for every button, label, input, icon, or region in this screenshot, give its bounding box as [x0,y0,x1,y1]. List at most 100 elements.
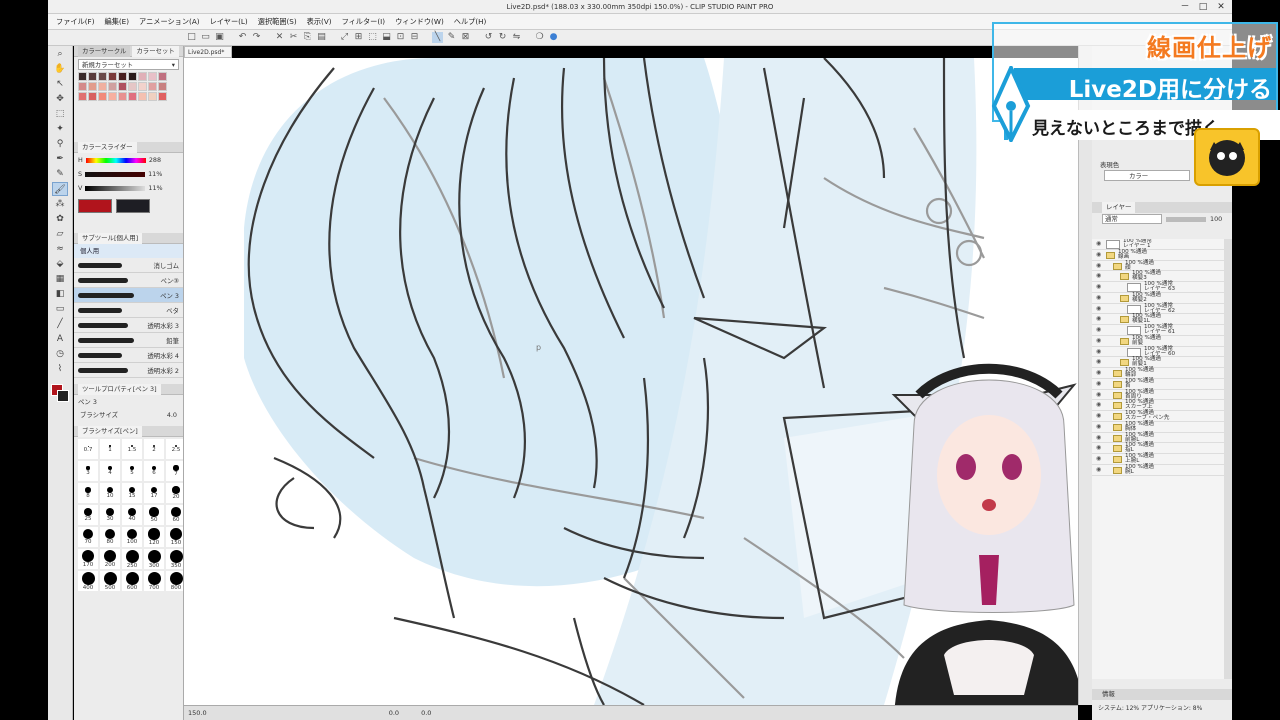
stabilizer-icon[interactable]: ❍ [534,32,545,43]
brush-size-cell[interactable]: 10 [100,483,120,503]
brush-size-cell[interactable]: 25 [78,505,98,525]
color-swatch[interactable] [138,82,147,91]
eye-icon[interactable]: ◉ [1096,369,1101,375]
brush-tool-icon[interactable]: 🖌 [52,182,68,196]
brush-size-cell[interactable]: 350 [166,549,183,569]
expression-color-dropdown[interactable]: カラー [1104,170,1190,181]
eye-icon[interactable]: ◉ [1096,466,1101,472]
tab-info[interactable]: 情報 [1102,690,1115,698]
save-icon[interactable]: ▣ [214,32,225,43]
layer-row[interactable]: ◉ 100 %通過 首周り [1092,389,1224,401]
figure-tool-icon[interactable]: ◧ [52,287,68,301]
color-swatch[interactable] [98,82,107,91]
brush-size-cell[interactable]: 200 [100,549,120,569]
eye-icon[interactable]: ◉ [1096,305,1101,311]
close-button[interactable]: ✕ [1212,0,1230,14]
eye-icon[interactable]: ◉ [1096,326,1101,332]
pen-tool-icon[interactable]: ✒ [52,152,68,166]
open-icon[interactable]: ▭ [200,32,211,43]
eye-icon[interactable]: ◉ [1096,402,1101,408]
brush-size-cell[interactable]: 500 [100,571,120,591]
globe-icon[interactable]: ● [548,32,559,43]
brush-size-cell[interactable]: 7 [166,461,183,481]
fill-tool-icon[interactable]: ⬙ [52,257,68,271]
operation-tool-icon[interactable]: ↖ [52,77,68,91]
subtool-item[interactable]: ベタ [74,303,183,318]
menu-item[interactable]: ウィンドウ(W) [395,17,444,27]
eyedropper-tool-icon[interactable]: ⚲ [52,137,68,151]
subtool-item[interactable]: 鉛筆 [74,333,183,348]
eye-icon[interactable]: ◉ [1096,337,1101,343]
color-swatch[interactable] [148,72,157,81]
brush-size-cell[interactable]: 17 [144,483,164,503]
balloon-tool-icon[interactable]: ◷ [52,347,68,361]
color-swatch[interactable] [118,92,127,101]
brush-size-cell[interactable]: 700 [144,571,164,591]
color-swatch[interactable] [118,82,127,91]
brush-size-cell[interactable]: 400 [78,571,98,591]
correct-line-tool-icon[interactable]: ⌇ [52,362,68,376]
expand-selection-icon[interactable]: ⊡ [395,32,406,43]
eye-icon[interactable]: ◉ [1096,283,1101,289]
color-swatch[interactable] [78,82,87,91]
layer-row[interactable]: ◉ 100 %通過 指L [1092,442,1224,454]
eye-icon[interactable]: ◉ [1096,251,1101,257]
redo-icon[interactable]: ↷ [251,32,262,43]
angle-value[interactable]: 0.0 [421,709,431,717]
brush-size-cell[interactable]: 15 [122,483,142,503]
deselect-icon[interactable]: ⬚ [367,32,378,43]
transform-icon[interactable]: ⤢ [339,32,350,43]
maximize-button[interactable]: □ [1194,0,1212,14]
subtool-item[interactable]: 透明水彩 3 [74,318,183,333]
brush-size-cell[interactable]: 5 [122,461,142,481]
brush-size-cell[interactable]: 2.5 [166,439,183,459]
brush-size-cell[interactable]: 4 [100,461,120,481]
ruler-tool-icon[interactable]: ╱ [52,317,68,331]
eye-icon[interactable]: ◉ [1096,423,1101,429]
cut-icon[interactable]: ✂ [288,32,299,43]
color-swatch[interactable] [88,82,97,91]
color-swatch[interactable] [78,72,87,81]
eye-icon[interactable]: ◉ [1096,445,1101,451]
color-set-dropdown[interactable]: 新規カラーセット ▾ [78,59,179,70]
blend-tool-icon[interactable]: ≈ [52,242,68,256]
menu-item[interactable]: アニメーション(A) [139,17,200,27]
eye-icon[interactable]: ◉ [1096,348,1101,354]
color-swatch[interactable] [128,82,137,91]
brush-size-cell[interactable]: 20 [166,483,183,503]
color-swatch[interactable] [138,92,147,101]
layer-row[interactable]: ◉ 100 %通過 スカーフ上 [1092,399,1224,411]
gradient-tool-icon[interactable]: ▦ [52,272,68,286]
layer-row[interactable]: ◉ 100 %通過 胸体 [1092,421,1224,433]
subtool-item[interactable]: 透明水彩 2 [74,363,183,378]
tab-color-circle[interactable]: カラーサークル [78,46,131,57]
value-track[interactable] [85,185,146,191]
eye-icon[interactable]: ◉ [1096,391,1101,397]
subtool-group[interactable]: 個人用 [74,244,183,258]
shrink-selection-icon[interactable]: ⊟ [409,32,420,43]
snap-ruler-icon[interactable]: ╲ [432,32,443,43]
brush-size-cell[interactable]: 170 [78,549,98,569]
value-slider[interactable]: V 11% [74,181,183,195]
menu-item[interactable]: ヘルプ(H) [454,17,487,27]
color-swatch[interactable] [158,92,167,101]
brush-size-cell[interactable]: 3 [78,461,98,481]
menu-item[interactable]: レイヤー(L) [210,17,248,27]
brush-size-cell[interactable]: 8 [78,483,98,503]
brush-size-cell[interactable]: 150 [166,527,183,547]
brush-size-cell[interactable]: 300 [144,549,164,569]
document-tab[interactable]: Live2D.psd* × [184,46,232,67]
main-color-preview[interactable] [78,199,112,213]
brush-size-value[interactable]: 4.0 [167,409,177,422]
saturation-slider[interactable]: S 11% [74,167,183,181]
paste-icon[interactable]: ▤ [316,32,327,43]
zoom-tool-icon[interactable]: ⌕ [52,47,68,61]
color-swatch[interactable] [88,72,97,81]
color-swatch[interactable] [158,72,167,81]
tab-subtool[interactable]: サブツール[個人用] [78,233,143,244]
scale-icon[interactable]: ⊞ [353,32,364,43]
brush-size-cell[interactable]: 600 [122,571,142,591]
brush-size-cell[interactable]: 250 [122,549,142,569]
layer-row[interactable]: ◉ 100 %通過 横髪2 [1092,292,1224,304]
tab-tool-property[interactable]: ツールプロパティ[ペン 3] [78,384,161,395]
